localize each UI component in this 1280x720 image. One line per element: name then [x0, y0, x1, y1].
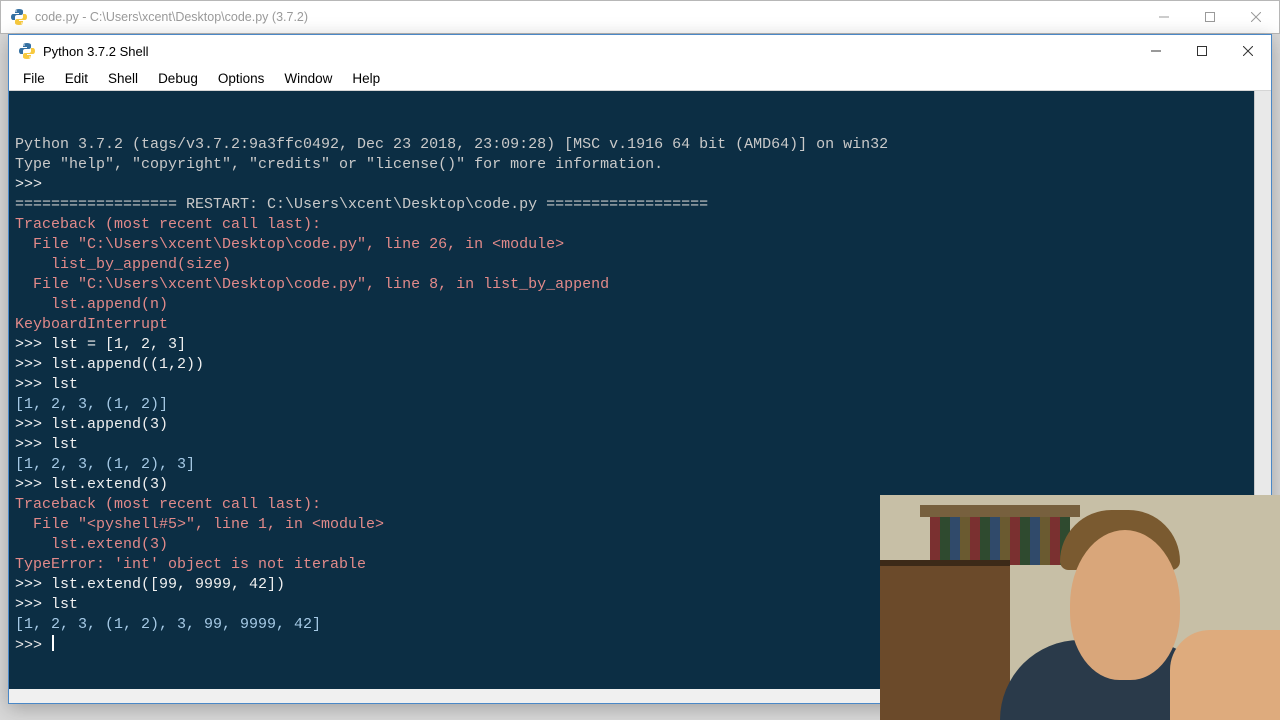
- window-controls: [1133, 35, 1271, 67]
- background-window-controls: [1141, 1, 1279, 33]
- maximize-button-bg[interactable]: [1187, 1, 1233, 33]
- console-line: Python 3.7.2 (tags/v3.7.2:9a3ffc0492, De…: [15, 135, 1265, 155]
- console-line: Traceback (most recent call last):: [15, 215, 1265, 235]
- menu-edit[interactable]: Edit: [55, 69, 98, 88]
- menu-options[interactable]: Options: [208, 69, 275, 88]
- menu-window[interactable]: Window: [274, 69, 342, 88]
- console-line: >>> lst.extend(3): [15, 475, 1265, 495]
- console-line: File "C:\Users\xcent\Desktop\code.py", l…: [15, 275, 1265, 295]
- python-icon: [19, 43, 35, 59]
- menu-shell[interactable]: Shell: [98, 69, 148, 88]
- console-line: >>> lst: [15, 435, 1265, 455]
- minimize-button-bg[interactable]: [1141, 1, 1187, 33]
- console-line: >>> lst = [1, 2, 3]: [15, 335, 1265, 355]
- console-line: [1, 2, 3, (1, 2), 3]: [15, 455, 1265, 475]
- close-button[interactable]: [1225, 35, 1271, 67]
- maximize-button[interactable]: [1179, 35, 1225, 67]
- console-line: ================== RESTART: C:\Users\xce…: [15, 195, 1265, 215]
- text-cursor: [52, 635, 54, 651]
- background-window-titlebar: code.py - C:\Users\xcent\Desktop\code.py…: [0, 0, 1280, 34]
- background-window-title: code.py - C:\Users\xcent\Desktop\code.py…: [35, 10, 1141, 24]
- menu-file[interactable]: File: [13, 69, 55, 88]
- console-line: >>> lst.append((1,2)): [15, 355, 1265, 375]
- console-line: list_by_append(size): [15, 255, 1265, 275]
- console-line: [1, 2, 3, (1, 2)]: [15, 395, 1265, 415]
- close-button-bg[interactable]: [1233, 1, 1279, 33]
- console-line: >>> lst: [15, 375, 1265, 395]
- console-line: Type "help", "copyright", "credits" or "…: [15, 155, 1265, 175]
- menu-help[interactable]: Help: [342, 69, 390, 88]
- console-line: >>>: [15, 175, 1265, 195]
- console-line: KeyboardInterrupt: [15, 315, 1265, 335]
- window-titlebar[interactable]: Python 3.7.2 Shell: [9, 35, 1271, 67]
- window-title: Python 3.7.2 Shell: [43, 44, 1133, 59]
- minimize-button[interactable]: [1133, 35, 1179, 67]
- webcam-overlay: [880, 495, 1280, 720]
- menu-debug[interactable]: Debug: [148, 69, 208, 88]
- python-icon: [11, 9, 27, 25]
- console-line: File "C:\Users\xcent\Desktop\code.py", l…: [15, 235, 1265, 255]
- console-line: lst.append(n): [15, 295, 1265, 315]
- console-line: >>> lst.append(3): [15, 415, 1265, 435]
- menu-bar: File Edit Shell Debug Options Window Hel…: [9, 67, 1271, 91]
